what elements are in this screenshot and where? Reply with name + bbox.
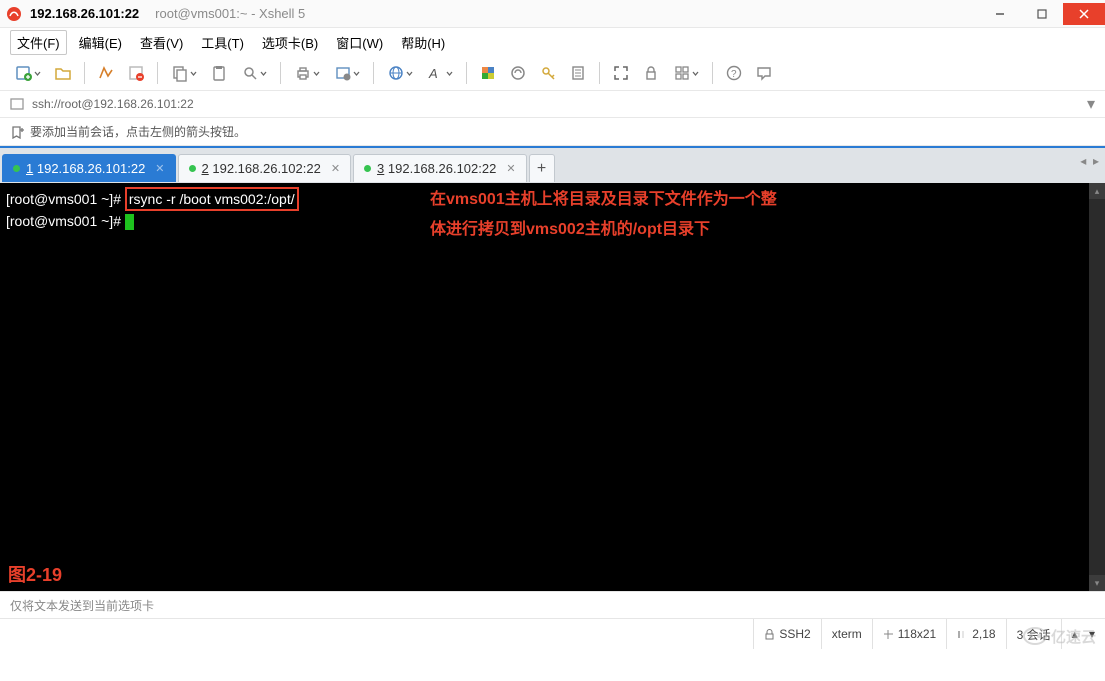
disconnect-button[interactable]: [123, 60, 149, 86]
new-tab-button[interactable]: +: [529, 154, 555, 182]
new-session-button[interactable]: [10, 60, 46, 86]
toolbar: A ?: [0, 56, 1105, 90]
tab-number: 3: [377, 161, 384, 176]
menu-view[interactable]: 查看(V): [134, 31, 189, 54]
paste-button[interactable]: [206, 60, 232, 86]
menu-window[interactable]: 窗口(W): [330, 31, 389, 54]
annotation-line-2: 体进行拷贝到vms002主机的/opt目录下: [430, 217, 710, 243]
close-icon[interactable]: ✕: [506, 162, 515, 175]
help-button[interactable]: ?: [721, 60, 747, 86]
tab-label: 192.168.26.101:22: [37, 161, 145, 176]
prompt: [root@vms001 ~]#: [6, 191, 125, 207]
svg-text:A: A: [428, 66, 438, 81]
tunnel-button[interactable]: [505, 60, 531, 86]
chevron-down-icon: [406, 70, 413, 77]
chevron-down-icon: [34, 70, 41, 77]
chevron-down-icon: [313, 70, 320, 77]
svg-text:亿速云: 亿速云: [1051, 628, 1096, 646]
color-button[interactable]: [475, 60, 501, 86]
font-button[interactable]: A: [422, 60, 458, 86]
title-host: 192.168.26.101:22: [30, 6, 139, 21]
menu-file[interactable]: 文件(F): [10, 30, 67, 55]
hint-bar: 要添加当前会话，点击左侧的箭头按钮。: [0, 118, 1105, 146]
status-size: 118x21: [872, 619, 946, 649]
terminal-scrollbar[interactable]: ▴ ▾: [1089, 183, 1105, 591]
tab-session-3[interactable]: 3 192.168.26.102:22 ✕: [353, 154, 527, 182]
chevron-down-icon: [190, 70, 197, 77]
menu-help[interactable]: 帮助(H): [395, 31, 451, 54]
lock-icon: [764, 629, 775, 640]
status-protocol: SSH2: [753, 619, 820, 649]
chevron-down-icon: [446, 70, 453, 77]
status-bar: SSH2 xterm 118x21 2,18 3 会话 ▴ ▾: [0, 619, 1105, 649]
feedback-button[interactable]: [751, 60, 777, 86]
compose-hint: 仅将文本发送到当前选项卡: [10, 597, 154, 614]
print-button[interactable]: [289, 60, 325, 86]
caret-icon: [957, 629, 968, 640]
fullscreen-button[interactable]: [608, 60, 634, 86]
highlighted-command: rsync -r /boot vms002:/opt/: [125, 187, 299, 211]
figure-label: 图2-19: [8, 565, 62, 585]
find-button[interactable]: [236, 60, 272, 86]
properties-button[interactable]: [329, 60, 365, 86]
annotation-line-1: 在vms001主机上将目录及目录下文件作为一个整: [430, 187, 777, 213]
status-dot-icon: [189, 165, 196, 172]
tab-number: 1: [26, 161, 33, 176]
session-icon: [10, 97, 24, 111]
status-pos: 2,18: [946, 619, 1005, 649]
close-icon[interactable]: ✕: [331, 162, 340, 175]
scroll-down-icon[interactable]: ▾: [1089, 575, 1105, 591]
menu-tools[interactable]: 工具(T): [195, 31, 250, 54]
chevron-down-icon[interactable]: ▾: [1087, 94, 1095, 114]
tab-number: 2: [202, 161, 209, 176]
language-button[interactable]: [382, 60, 418, 86]
close-icon[interactable]: ✕: [155, 162, 164, 175]
tab-strip: 1 192.168.26.101:22 ✕ 2 192.168.26.102:2…: [0, 146, 1105, 183]
scroll-up-icon[interactable]: ▴: [1089, 183, 1105, 199]
status-dot-icon: [13, 165, 20, 172]
compose-bar[interactable]: 仅将文本发送到当前选项卡: [0, 591, 1105, 619]
chevron-down-icon: [353, 70, 360, 77]
address-url: ssh://root@192.168.26.101:22: [32, 97, 1079, 111]
open-button[interactable]: [50, 60, 76, 86]
chevron-down-icon: [260, 70, 267, 77]
copy-button[interactable]: [166, 60, 202, 86]
svg-text:?: ?: [731, 69, 737, 80]
menu-tabs[interactable]: 选项卡(B): [256, 31, 324, 54]
tab-session-1[interactable]: 1 192.168.26.101:22 ✕: [2, 154, 176, 182]
status-term: xterm: [821, 619, 872, 649]
size-icon: [883, 629, 894, 640]
tab-nav-arrows[interactable]: ◂ ▸: [1080, 154, 1099, 168]
close-button[interactable]: [1063, 3, 1105, 25]
app-logo-icon: [6, 6, 22, 22]
bookmark-add-icon[interactable]: [10, 125, 24, 139]
titlebar: 192.168.26.101:22 root@vms001:~ - Xshell…: [0, 0, 1105, 28]
prompt: [root@vms001 ~]#: [6, 213, 125, 229]
terminal[interactable]: [root@vms001 ~]# rsync -r /boot vms002:/…: [0, 183, 1105, 591]
tab-label: 192.168.26.102:22: [388, 161, 496, 176]
key-button[interactable]: [535, 60, 561, 86]
hint-text: 要添加当前会话，点击左侧的箭头按钮。: [30, 123, 246, 140]
tab-session-2[interactable]: 2 192.168.26.102:22 ✕: [178, 154, 352, 182]
title-suffix: root@vms001:~ - Xshell 5: [155, 6, 305, 21]
reconnect-button[interactable]: [93, 60, 119, 86]
tab-label: 192.168.26.102:22: [212, 161, 320, 176]
status-dot-icon: [364, 165, 371, 172]
menu-edit[interactable]: 编辑(E): [73, 31, 128, 54]
address-bar[interactable]: ssh://root@192.168.26.101:22 ▾: [0, 90, 1105, 118]
minimize-button[interactable]: [979, 3, 1021, 25]
menubar: 文件(F) 编辑(E) 查看(V) 工具(T) 选项卡(B) 窗口(W) 帮助(…: [0, 28, 1105, 56]
lock-button[interactable]: [638, 60, 664, 86]
maximize-button[interactable]: [1021, 3, 1063, 25]
chevron-down-icon: [692, 70, 699, 77]
tile-button[interactable]: [668, 60, 704, 86]
scrollback-button[interactable]: [565, 60, 591, 86]
cursor-icon: [125, 214, 134, 230]
watermark: 亿速云: [1021, 622, 1101, 655]
